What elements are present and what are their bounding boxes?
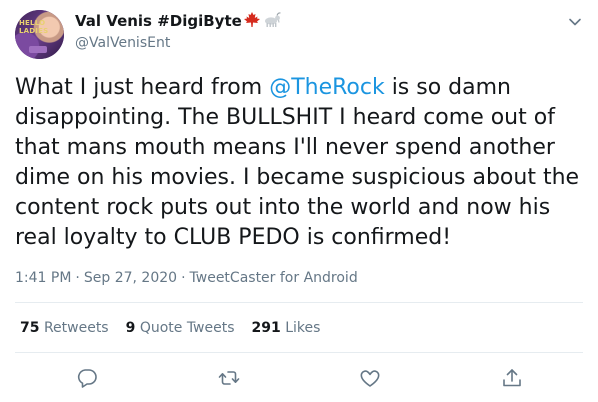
tweet-source[interactable]: TweetCaster for Android (190, 270, 358, 286)
user-handle[interactable]: @ValVenisEnt (75, 33, 282, 53)
tweet-date[interactable]: Sep 27, 2020 (84, 270, 177, 286)
tweet-time[interactable]: 1:41 PM (15, 270, 71, 286)
tweet-text-after: is so damn disappointing. The BULLSHIT I… (15, 75, 580, 250)
divider (15, 302, 583, 303)
retweets-count: 75 (20, 320, 40, 336)
tweet-text: What I just heard from @TheRock is so da… (15, 73, 587, 253)
tweet-card: HELLO LADIES Val Venis #DigiByte @ValVeni… (0, 0, 598, 402)
reply-icon[interactable] (76, 367, 98, 389)
goat-icon (262, 12, 282, 33)
likes-stat[interactable]: 291 Likes (252, 318, 321, 338)
quote-tweets-count: 9 (125, 320, 136, 336)
chevron-down-icon[interactable] (568, 14, 582, 28)
like-icon[interactable] (359, 367, 381, 389)
quote-tweets-stat[interactable]: 9 Quote Tweets (126, 318, 235, 338)
meta-separator: · (75, 270, 80, 286)
avatar[interactable]: HELLO LADIES (15, 10, 64, 59)
tweet-text-before: What I just heard from (15, 75, 270, 100)
likes-count: 291 (251, 320, 281, 336)
meta-separator: · (181, 270, 186, 286)
mention-link[interactable]: @TheRock (269, 75, 385, 100)
avatar-logo-text: HELLO LADIES (19, 19, 49, 35)
tweet-stats: 75 Retweets 9 Quote Tweets 291 Likes (20, 318, 337, 338)
user-display-name-row[interactable]: Val Venis #DigiByte (75, 11, 282, 33)
tweet-meta: 1:41 PM · Sep 27, 2020 · TweetCaster for And… (15, 268, 358, 288)
avatar-decoration (29, 46, 47, 53)
user-info: Val Venis #DigiByte @ValVenisEnt (75, 11, 282, 53)
retweets-label: Retweets (43, 320, 109, 336)
user-display-name[interactable]: Val Venis #DigiByte (75, 12, 242, 30)
retweets-stat[interactable]: 75 Retweets (20, 318, 109, 338)
divider (15, 352, 583, 353)
maple-leaf-icon (243, 12, 261, 33)
likes-label: Likes (285, 320, 321, 336)
retweet-icon[interactable] (218, 367, 240, 389)
quote-tweets-label: Quote Tweets (139, 320, 235, 336)
share-icon[interactable] (501, 367, 523, 389)
